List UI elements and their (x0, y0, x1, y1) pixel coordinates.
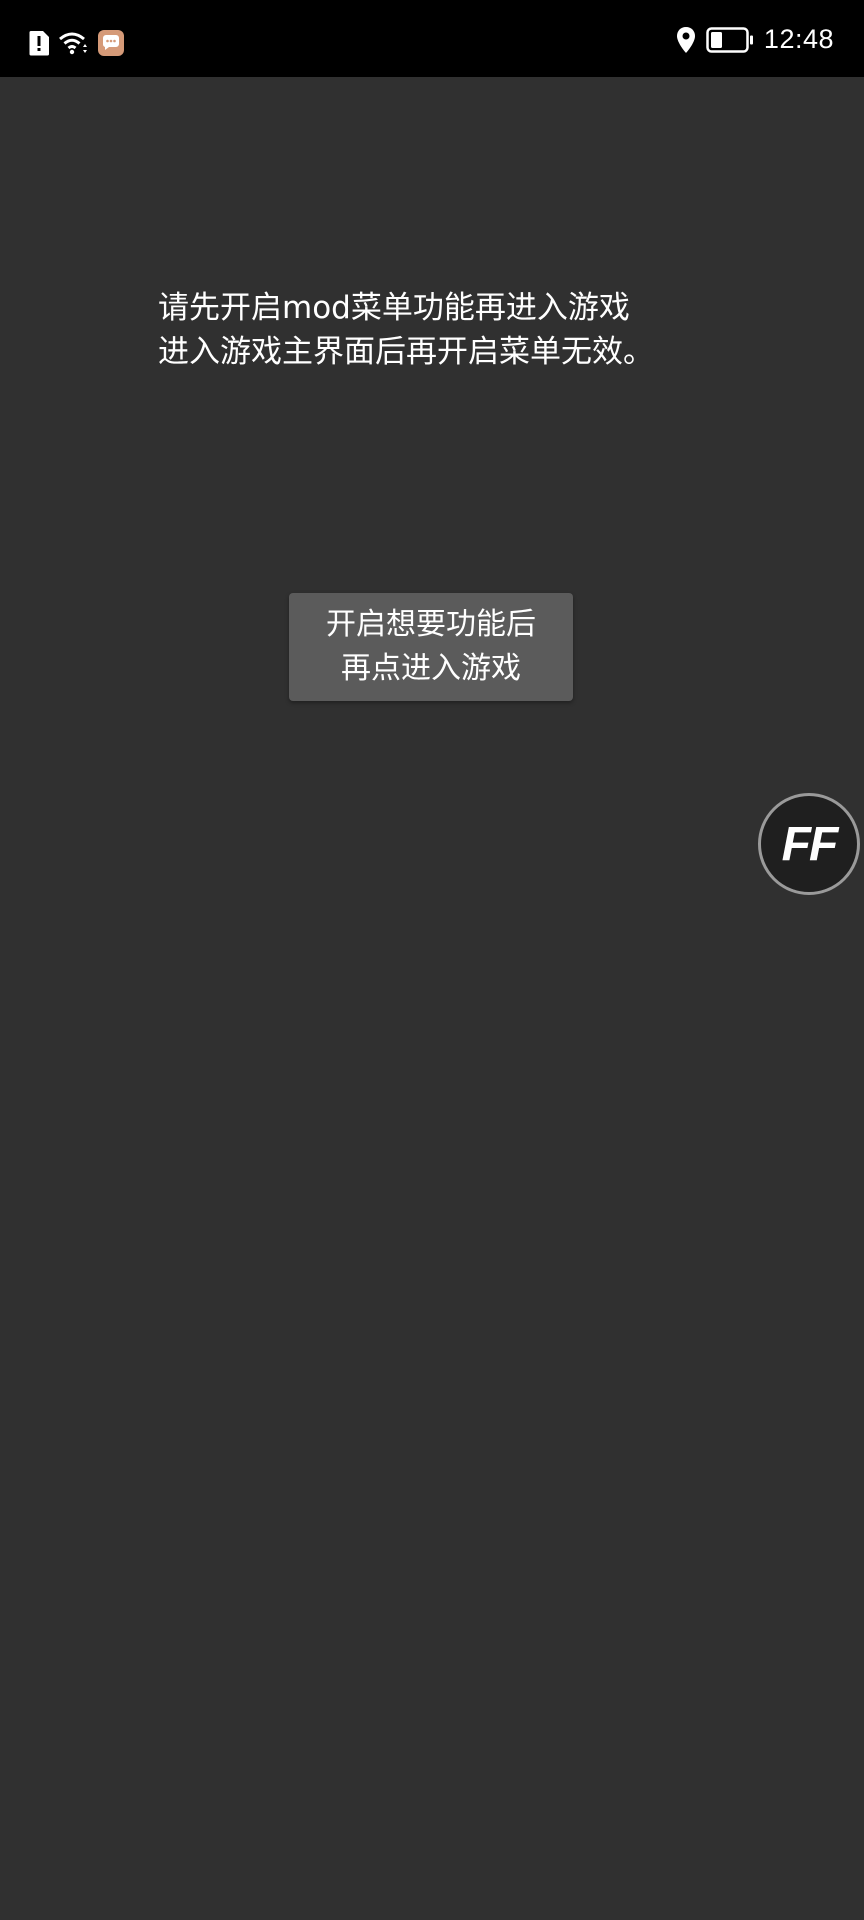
ff-logo-text: FF (781, 817, 839, 871)
enter-game-button[interactable]: 开启想要功能后 再点进入游戏 (289, 593, 573, 701)
notice-line-1: 请先开启mod菜单功能再进入游戏 (158, 290, 630, 326)
location-icon (676, 26, 696, 54)
main-screen: 请先开启mod菜单功能再进入游戏 进入游戏主界面后再开启菜单无效。 开启想要功能… (0, 77, 864, 1920)
enter-game-button-line-1: 开启想要功能后 (326, 607, 536, 642)
status-bar: 12:48 (0, 0, 864, 77)
notice-line-2: 进入游戏主界面后再开启菜单无效。 (158, 334, 654, 370)
message-app-icon (98, 30, 124, 56)
status-left-icons (28, 30, 132, 56)
wifi-icon (58, 30, 90, 56)
sim-alert-icon (28, 30, 50, 56)
ff-floating-menu-button[interactable]: FF (758, 793, 860, 895)
status-right-icons: 12:48 (676, 24, 834, 55)
battery-icon (706, 26, 754, 53)
status-time: 12:48 (763, 24, 834, 54)
notice-text: 请先开启mod菜单功能再进入游戏 进入游戏主界面后再开启菜单无效。 (158, 286, 654, 374)
enter-game-button-line-2: 再点进入游戏 (341, 651, 521, 686)
